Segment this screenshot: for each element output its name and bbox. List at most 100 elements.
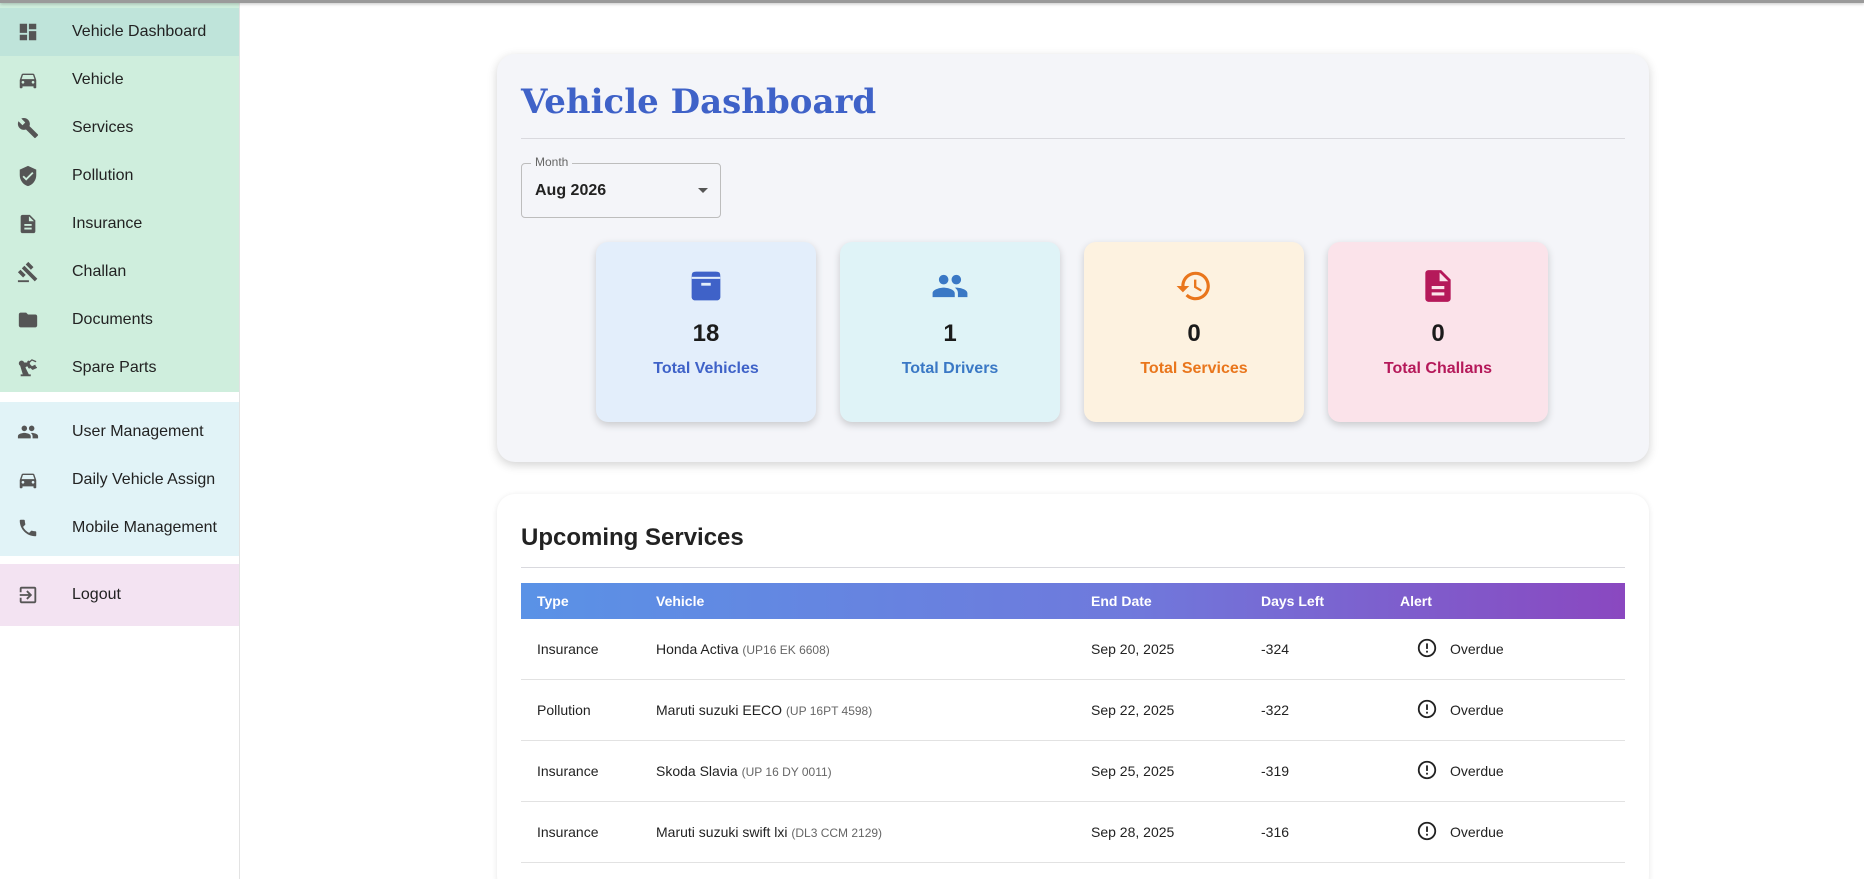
- sidebar-group-admin: User Management Daily Vehicle Assign Mob…: [0, 402, 239, 556]
- alert-text: Overdue: [1450, 763, 1504, 779]
- stat-value: 0: [1187, 320, 1201, 347]
- month-select[interactable]: Month Aug 2026: [521, 155, 721, 218]
- table-row[interactable]: Insurance Maruti suzuki swift lxi (DL3 C…: [521, 802, 1625, 863]
- vehicle-name: Maruti suzuki EECO: [656, 702, 783, 718]
- column-header-alert[interactable]: Alert: [1400, 593, 1625, 609]
- cell-vehicle: Honda Activa (UP16 EK 6608): [656, 641, 1091, 657]
- table-row[interactable]: Insurance Honda Activa (UP16 EK 6608) Se…: [521, 619, 1625, 680]
- vehicle-plate: (DL3 CCM 2129): [791, 826, 883, 840]
- chevron-down-icon[interactable]: [698, 188, 708, 193]
- table-row[interactable]: Insurance Skoda Slavia (UP 16 DY 0011) S…: [521, 741, 1625, 802]
- alert-text: Overdue: [1450, 641, 1504, 657]
- cell-days-left: -316: [1261, 824, 1290, 840]
- alert-text: Overdue: [1450, 702, 1504, 718]
- sidebar-item-vehicle[interactable]: Vehicle: [0, 56, 239, 104]
- vehicle-name: Skoda Slavia: [656, 763, 738, 779]
- section-title: Upcoming Services: [521, 524, 744, 551]
- dashboard-icon: [0, 21, 72, 43]
- stat-label: Total Challans: [1383, 360, 1493, 377]
- shield-check-icon: [0, 165, 72, 187]
- stat-card-total-vehicles[interactable]: 18 Total Vehicles: [596, 242, 816, 422]
- sidebar-item-services[interactable]: Services: [0, 104, 239, 152]
- sidebar-item-spare-parts[interactable]: Spare Parts: [0, 344, 239, 392]
- vehicle-plate: (UP 16 DY 0011): [741, 765, 832, 779]
- sidebar: Vehicle Dashboard Vehicle Services Pollu…: [0, 0, 240, 879]
- sidebar-group-logout: Logout: [0, 564, 239, 626]
- folder-icon: [0, 309, 72, 331]
- logout-button[interactable]: Logout: [0, 571, 239, 619]
- title-divider: [521, 138, 1625, 139]
- cell-days-left: -322: [1261, 702, 1290, 718]
- alert-text: Overdue: [1450, 824, 1504, 840]
- cell-alert: Overdue: [1400, 637, 1625, 662]
- vehicle-name: Honda Activa: [656, 641, 739, 657]
- cell-alert: Overdue: [1400, 820, 1625, 845]
- stat-card-total-drivers[interactable]: 1 Total Drivers: [840, 242, 1060, 422]
- archive-box-icon: [596, 267, 816, 305]
- sidebar-item-label: Spare Parts: [72, 359, 157, 376]
- sidebar-item-label: Vehicle: [72, 71, 124, 88]
- logout-icon: [0, 584, 72, 606]
- car-icon: [0, 469, 72, 491]
- sidebar-item-documents[interactable]: Documents: [0, 296, 239, 344]
- cell-vehicle: Maruti suzuki swift lxi (DL3 CCM 2129): [656, 824, 1091, 840]
- dashboard-card: Vehicle Dashboard Month Aug 2026 18 Tota…: [497, 54, 1649, 462]
- car-icon: [0, 69, 72, 91]
- sidebar-item-label: User Management: [72, 423, 204, 440]
- stat-label: Total Drivers: [901, 360, 999, 377]
- cell-type: Insurance: [537, 824, 599, 840]
- stat-value: 18: [692, 320, 720, 347]
- stat-label: Total Vehicles: [653, 360, 759, 377]
- column-header-vehicle[interactable]: Vehicle: [656, 593, 1091, 609]
- sidebar-item-vehicle-dashboard[interactable]: Vehicle Dashboard: [0, 8, 239, 56]
- sidebar-group-main: Vehicle Dashboard Vehicle Services Pollu…: [0, 0, 239, 392]
- cell-type: Insurance: [537, 641, 599, 657]
- robot-arm-icon: [0, 357, 72, 379]
- sidebar-item-label: Insurance: [72, 215, 143, 232]
- sidebar-item-label: Documents: [72, 311, 153, 328]
- sidebar-item-mobile-management[interactable]: Mobile Management: [0, 504, 239, 552]
- cell-end-date: Sep 28, 2025: [1091, 824, 1175, 840]
- upcoming-services-card: Upcoming Services Type Vehicle End Date …: [497, 494, 1649, 879]
- stat-label: Total Services: [1140, 360, 1248, 377]
- cell-end-date: Sep 25, 2025: [1091, 763, 1175, 779]
- cell-end-date: Sep 22, 2025: [1091, 702, 1175, 718]
- error-outline-icon: [1416, 820, 1450, 845]
- error-outline-icon: [1416, 698, 1450, 723]
- cell-days-left: -319: [1261, 763, 1290, 779]
- sidebar-item-user-management[interactable]: User Management: [0, 408, 239, 456]
- vehicle-name: Maruti suzuki swift lxi: [656, 824, 788, 840]
- page-title: Vehicle Dashboard: [521, 82, 877, 122]
- cell-type: Pollution: [537, 702, 591, 718]
- column-header-end-date[interactable]: End Date: [1091, 593, 1261, 609]
- sidebar-item-label: Mobile Management: [72, 519, 217, 536]
- table-row[interactable]: Pollution Maruti suzuki EECO (UP 16PT 45…: [521, 680, 1625, 741]
- stat-value: 1: [943, 320, 957, 347]
- vehicle-plate: (UP 16PT 4598): [785, 704, 873, 718]
- sidebar-item-label: Pollution: [72, 167, 134, 184]
- people-icon: [0, 421, 72, 443]
- sidebar-item-pollution[interactable]: Pollution: [0, 152, 239, 200]
- stat-card-total-challans[interactable]: 0 Total Challans: [1328, 242, 1548, 422]
- sidebar-item-label: Vehicle Dashboard: [72, 23, 207, 40]
- document-icon: [0, 213, 72, 235]
- error-outline-icon: [1416, 759, 1450, 784]
- stat-card-total-services[interactable]: 0 Total Services: [1084, 242, 1304, 422]
- cell-end-date: Sep 20, 2025: [1091, 641, 1175, 657]
- month-select-label: Month: [531, 155, 573, 169]
- column-header-days-left[interactable]: Days Left: [1261, 593, 1400, 609]
- phone-icon: [0, 517, 72, 539]
- sidebar-item-daily-vehicle-assign[interactable]: Daily Vehicle Assign: [0, 456, 239, 504]
- column-header-type[interactable]: Type: [521, 593, 656, 609]
- month-select-value: Aug 2026: [535, 182, 607, 199]
- stat-value: 0: [1431, 320, 1445, 347]
- sidebar-item-insurance[interactable]: Insurance: [0, 200, 239, 248]
- gavel-icon: [0, 261, 72, 283]
- vehicle-plate: (UP16 EK 6608): [742, 643, 830, 657]
- sidebar-item-challan[interactable]: Challan: [0, 248, 239, 296]
- cell-alert: Overdue: [1400, 759, 1625, 784]
- sidebar-item-label: Daily Vehicle Assign: [72, 471, 216, 488]
- document-icon: [1328, 267, 1548, 305]
- people-icon: [840, 267, 1060, 305]
- top-app-bar: [0, 0, 1864, 3]
